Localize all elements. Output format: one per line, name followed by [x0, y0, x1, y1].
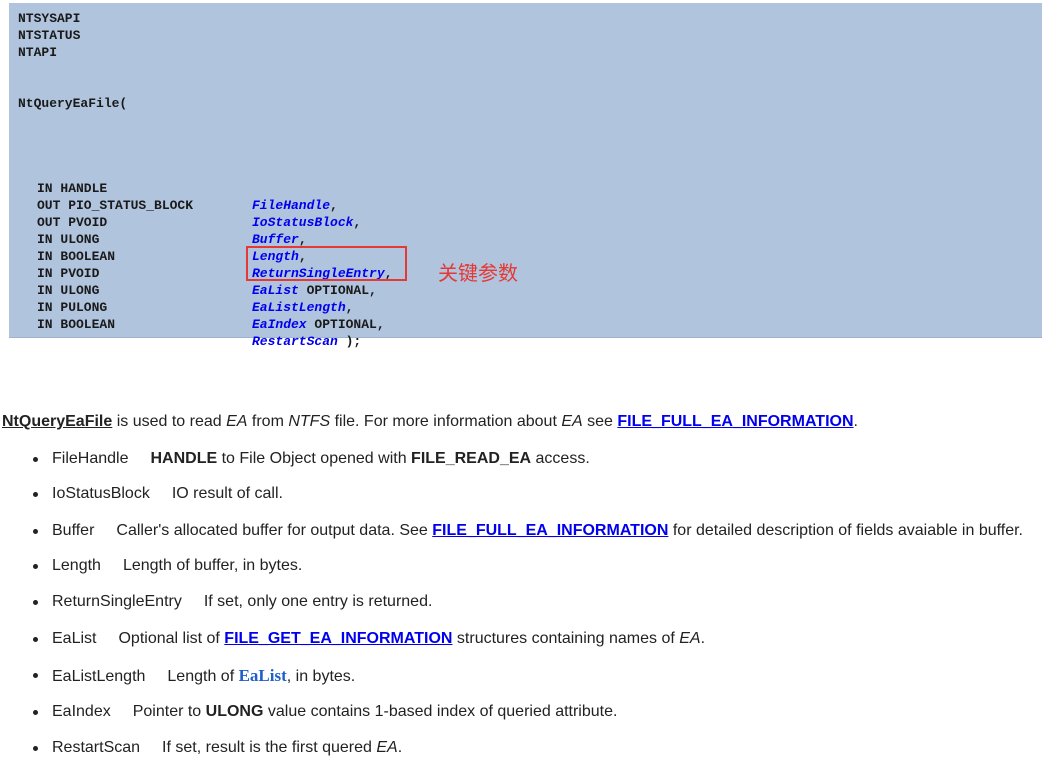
param-doc-name: ReturnSingleEntry: [52, 593, 182, 610]
param-doc-text: , in bytes.: [286, 668, 356, 685]
function-name-link[interactable]: NtQueryEaFile: [2, 413, 112, 430]
code-line-ntstatus: NTSTATUS: [18, 28, 81, 43]
param-name[interactable]: RestartScan: [252, 334, 338, 349]
bullet-icon: [33, 564, 38, 569]
param-suffix: );: [337, 334, 362, 349]
param-doc-name: Length: [52, 557, 101, 574]
code-line-function: NtQueryEaFile(: [18, 96, 128, 111]
desc-text: .: [853, 413, 858, 430]
param-doc-text: Caller's allocated buffer for output dat…: [116, 522, 433, 539]
desc-text: see: [582, 413, 618, 430]
file-full-ea-information-link[interactable]: FILE_FULL_EA_INFORMATION: [617, 413, 853, 430]
param-doc-text: access.: [531, 450, 590, 467]
code-line-ntsysapi: NTSYSAPI: [18, 11, 81, 26]
param-doc-name: RestartScan: [52, 739, 141, 756]
param-doc-text: Length of buffer, in bytes.: [122, 557, 303, 574]
list-item-filehandle: FileHandle HANDLE to File Object opened w…: [33, 450, 590, 468]
bullet-icon: [33, 492, 38, 497]
param-doc-name: EaList: [52, 630, 97, 647]
bullet-icon: [33, 710, 38, 715]
param-doc-name: EaIndex: [52, 703, 111, 720]
param-doc-bold: FILE_READ_EA: [411, 450, 532, 467]
param-doc-bold: HANDLE: [150, 450, 218, 467]
code-line-ntapi: NTAPI: [18, 45, 58, 60]
key-params-annotation: 关键参数: [438, 261, 518, 285]
list-item-buffer: Buffer Caller's allocated buffer for outp…: [33, 522, 1023, 540]
file-get-ea-information-link[interactable]: FILE_GET_EA_INFORMATION: [224, 630, 452, 647]
key-params-highlight-box: [246, 246, 407, 281]
param-doc-name: Buffer: [52, 522, 95, 539]
list-item-restartscan: RestartScan If set, result is the first q…: [33, 739, 403, 757]
param-doc-text: Optional list of: [118, 630, 225, 647]
param-doc-text: to File Object opened with: [217, 450, 412, 467]
code-block: NTSYSAPI NTSTATUS NTAPI NtQueryEaFile( I…: [9, 3, 1042, 349]
param-doc-name: IoStatusBlock: [52, 485, 150, 502]
bullet-icon: [33, 600, 38, 605]
desc-text: from: [247, 413, 289, 430]
list-item-ealistlength: EaListLength Length of EaList, in bytes.: [33, 666, 356, 686]
param-doc-text: structures containing names of: [452, 630, 680, 647]
param-doc-text: .: [700, 630, 706, 647]
param-doc-text: for detailed description of fields avaia…: [668, 522, 1023, 539]
desc-text: file. For more information about: [330, 413, 562, 430]
ealist-link[interactable]: EaList: [239, 666, 287, 685]
param-doc-text: value contains 1-based index of queried …: [263, 703, 618, 720]
param-doc-name: EaListLength: [52, 668, 146, 685]
param-doc-name: FileHandle: [52, 450, 129, 467]
list-item-length: Length Length of buffer, in bytes.: [33, 557, 303, 575]
param-doc-text: .: [397, 739, 403, 756]
desc-text: is used to read: [112, 413, 227, 430]
bullet-icon: [33, 673, 38, 678]
bullet-icon: [33, 637, 38, 642]
param-doc-text: IO result of call.: [171, 485, 283, 502]
bullet-icon: [33, 746, 38, 751]
list-item-ealist: EaList Optional list of FILE_GET_EA_INFOR…: [33, 630, 706, 648]
description-paragraph: NtQueryEaFile is used to read EA from NT…: [2, 413, 858, 431]
desc-em: EA: [226, 413, 248, 430]
param-doc-bold: ULONG: [205, 703, 264, 720]
param-doc-text: Pointer to: [132, 703, 206, 720]
param-doc-text: If set, only one entry is returned.: [203, 593, 433, 610]
param-doc-text: If set, result is the first quered: [162, 739, 377, 756]
desc-em: NTFS: [288, 413, 331, 430]
list-item-iostatusblock: IoStatusBlock IO result of call.: [33, 485, 283, 503]
param-type: IN BOOLEAN: [37, 317, 116, 332]
param-row: IN BOOLEAN RestartScan );: [9, 299, 1042, 367]
list-item-eaindex: EaIndex Pointer to ULONG value contains 1…: [33, 703, 618, 721]
param-doc-em: EA: [679, 630, 701, 647]
list-item-returnsingleentry: ReturnSingleEntry If set, only one entry …: [33, 593, 433, 611]
param-doc-em: EA: [376, 739, 398, 756]
param-doc-text: Length of: [167, 668, 239, 685]
desc-em: EA: [561, 413, 583, 430]
file-full-ea-information-link[interactable]: FILE_FULL_EA_INFORMATION: [432, 522, 668, 539]
bullet-icon: [33, 529, 38, 534]
bullet-icon: [33, 457, 38, 462]
